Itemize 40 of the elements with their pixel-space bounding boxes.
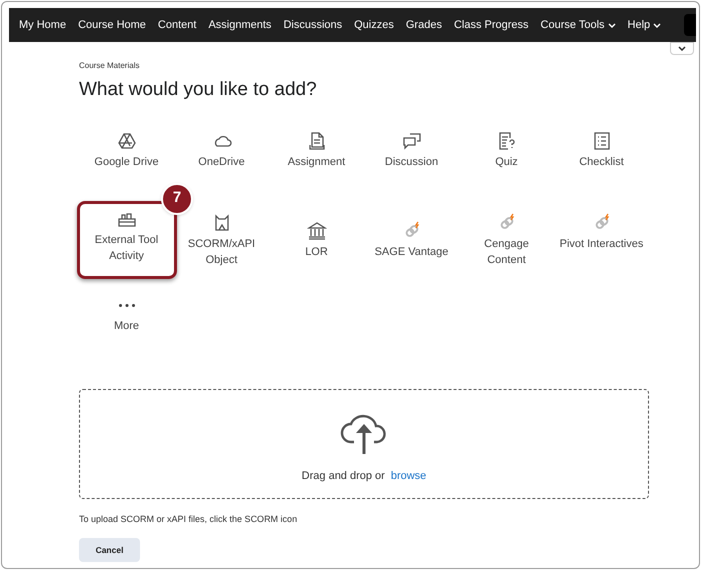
- upload-hint: To upload SCORM or xAPI files, click the SCORM icon: [79, 512, 298, 526]
- nav-link[interactable]: Discussions: [283, 16, 342, 34]
- add-option[interactable]: Checklist: [554, 122, 649, 170]
- nav-link[interactable]: Help: [628, 16, 662, 34]
- add-option[interactable]: More: [79, 286, 174, 334]
- quiz-icon: [496, 130, 516, 150]
- chevron-down-icon: [608, 22, 616, 28]
- cancel-button[interactable]: Cancel: [79, 538, 140, 562]
- nav-link[interactable]: Content: [158, 16, 196, 34]
- add-option[interactable]: Google Drive: [79, 122, 174, 170]
- nav-link[interactable]: Quizzes: [354, 16, 394, 34]
- add-option[interactable]: Assignment: [269, 122, 364, 170]
- page-heading: What would you like to add?: [79, 78, 318, 102]
- chevron-down-icon: [678, 46, 686, 51]
- checklist-icon: [592, 130, 612, 150]
- add-option[interactable]: Cengage Content: [459, 204, 554, 268]
- drop-zone[interactable]: Drag and drop or browse: [79, 388, 649, 498]
- add-option[interactable]: Quiz: [459, 122, 554, 170]
- add-option[interactable]: Pivot Interactives: [554, 204, 649, 252]
- drive-icon: [116, 130, 136, 150]
- dropdown-field[interactable]: [670, 42, 694, 55]
- nav-link[interactable]: Class Progress: [454, 16, 529, 34]
- chat-bubbles-icon: [402, 130, 422, 150]
- nav-link[interactable]: Course Home: [78, 16, 146, 34]
- add-option[interactable]: OneDrive: [174, 122, 269, 170]
- breadcrumb: Course Materials: [79, 60, 140, 72]
- bank-icon: [306, 220, 326, 240]
- more-icon: [118, 304, 134, 306]
- step-badge: 7: [161, 182, 193, 214]
- nav-link[interactable]: Grades: [406, 16, 442, 34]
- add-option[interactable]: SAGE Vantage: [364, 204, 459, 260]
- document-icon: [306, 130, 326, 150]
- nav-link[interactable]: My Home: [19, 16, 66, 34]
- nav-link[interactable]: Course Tools: [540, 16, 616, 34]
- chevron-down-icon: [653, 22, 662, 28]
- browse-link[interactable]: browse: [390, 468, 426, 484]
- nav-link[interactable]: Assignments: [208, 16, 272, 34]
- drop-text: Drag and drop or: [302, 468, 385, 484]
- add-option[interactable]: LOR: [269, 204, 364, 260]
- add-option[interactable]: Discussion: [364, 122, 459, 170]
